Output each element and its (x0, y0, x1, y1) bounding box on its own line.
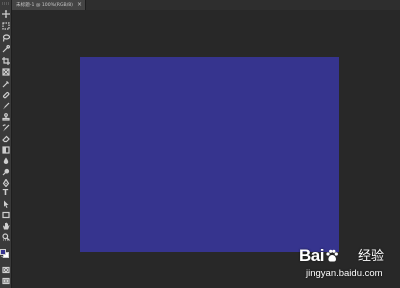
watermark-url: jingyan.baidu.com (306, 268, 383, 279)
type-tool-label: T (2, 187, 9, 197)
frame-tool-icon[interactable] (1, 67, 10, 76)
photoshop-window: T ··· 未标题-1 @ 100%(RGB/8) × Bai 经验 jingy… (0, 0, 400, 288)
hand-tool-icon[interactable] (1, 221, 10, 230)
marquee-tool-icon[interactable] (1, 21, 10, 30)
healing-brush-tool-icon[interactable] (1, 90, 10, 99)
rectangle-tool-icon[interactable] (1, 210, 10, 219)
tools-panel-grip[interactable] (2, 2, 9, 5)
move-tool-icon[interactable] (1, 9, 10, 18)
path-select-tool-icon[interactable] (1, 199, 10, 208)
eraser-tool-icon[interactable] (1, 134, 10, 143)
jingyan-text: 经验 (358, 249, 385, 264)
crop-tool-icon[interactable] (1, 56, 10, 65)
screen-mode-icon[interactable] (1, 276, 10, 285)
quick-select-tool-icon[interactable] (1, 44, 10, 53)
tab-strip (86, 0, 400, 10)
blur-tool-icon[interactable] (1, 156, 10, 165)
quick-mask-icon[interactable] (1, 265, 10, 274)
baidu-logo-text: Bai (299, 246, 324, 265)
document-canvas[interactable] (80, 57, 339, 252)
type-tool-icon[interactable]: T (1, 188, 10, 197)
history-brush-tool-icon[interactable] (1, 123, 10, 132)
dodge-tool-icon[interactable] (1, 167, 10, 176)
document-tab[interactable]: 未标题-1 @ 100%(RGB/8) × (12, 0, 86, 10)
pen-tool-icon[interactable] (1, 178, 10, 187)
gradient-tool-icon[interactable] (1, 145, 10, 154)
brush-tool-icon[interactable] (1, 101, 10, 110)
default-colors-icon[interactable] (0, 243, 6, 259)
tools-panel: T ··· (0, 0, 12, 288)
close-icon[interactable]: × (77, 1, 82, 9)
foreground-color-swatch[interactable] (0, 249, 6, 255)
clone-stamp-tool-icon[interactable] (1, 112, 10, 121)
lasso-tool-icon[interactable] (1, 33, 10, 42)
baidu-logo: Bai (299, 246, 340, 266)
baidu-paw-icon (326, 249, 338, 262)
baidu-jingyan-watermark: Bai 经验 jingyan.baidu.com (296, 246, 400, 288)
document-tab-title: 未标题-1 @ 100%(RGB/8) (16, 3, 73, 8)
eyedropper-tool-icon[interactable] (1, 79, 10, 88)
